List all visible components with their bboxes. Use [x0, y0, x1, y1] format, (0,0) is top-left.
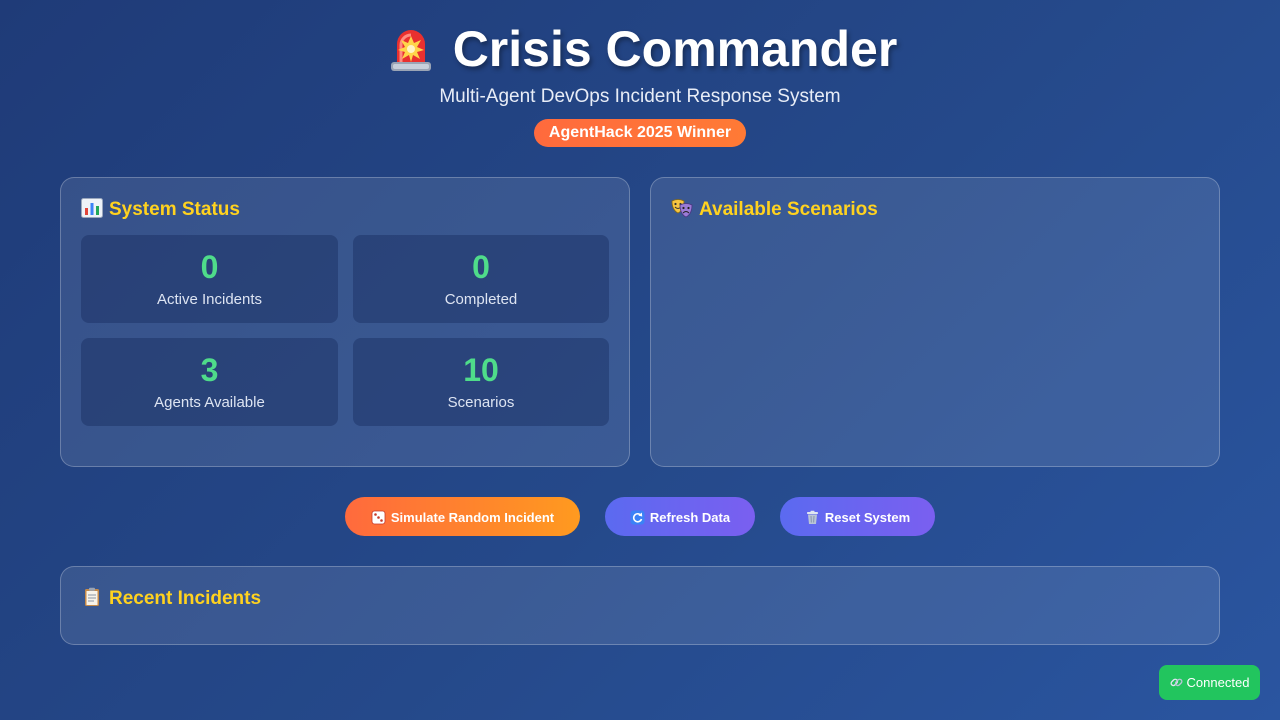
stat-label: Scenarios [447, 394, 515, 411]
stat-card-active-incidents: 0 Active Incidents [81, 235, 338, 323]
stat-label: Agents Available [154, 394, 265, 411]
siren-icon [383, 18, 439, 74]
trash-icon [805, 501, 820, 524]
stat-card-agents-available: 3 Agents Available [81, 338, 338, 426]
refresh-icon [630, 501, 645, 525]
reset-system-button[interactable]: Reset System [780, 497, 935, 536]
refresh-label: Refresh Data [649, 510, 731, 525]
available-scenarios-title: Available Scenarios [671, 198, 878, 221]
connection-status: Connected [1159, 665, 1260, 700]
recent-incidents-panel: Recent Incidents [60, 566, 1220, 645]
title-text: Crisis Commander [452, 21, 898, 77]
theater-masks-icon [671, 198, 693, 218]
recent-incidents-title: Recent Incidents [81, 587, 261, 610]
subtitle: Multi-Agent DevOps Incident Response Sys… [439, 86, 841, 107]
stat-card-scenarios: 10 Scenarios [353, 338, 609, 426]
stat-value: 3 [200, 352, 219, 388]
winner-badge: AgentHack 2025 Winner [534, 119, 746, 147]
recent-incidents-label: Recent Incidents [109, 588, 262, 609]
simulate-random-incident-button[interactable]: Simulate Random Incident [345, 497, 580, 536]
system-status-title: System Status [81, 198, 240, 221]
system-status-panel: System Status 0 Active Incidents 0 Compl… [60, 177, 630, 467]
connection-label: Connected [1186, 675, 1250, 690]
link-icon [1170, 667, 1183, 687]
simulate-label: Simulate Random Incident [390, 510, 555, 525]
system-status-label: System Status [109, 199, 240, 220]
clipboard-icon [81, 587, 103, 607]
page-title: Crisis Commander [0, 18, 1280, 80]
stat-value: 10 [463, 352, 499, 388]
stat-label: Completed [444, 291, 518, 308]
stat-value: 0 [200, 249, 219, 285]
available-scenarios-label: Available Scenarios [699, 199, 878, 220]
available-scenarios-panel: Available Scenarios [650, 177, 1220, 467]
stat-value: 0 [472, 249, 490, 285]
stat-card-completed: 0 Completed [353, 235, 609, 323]
dice-icon [371, 501, 386, 525]
refresh-data-button[interactable]: Refresh Data [605, 497, 755, 536]
bar-chart-icon [81, 198, 103, 218]
stat-label: Active Incidents [156, 291, 263, 308]
reset-label: Reset System [824, 510, 911, 525]
